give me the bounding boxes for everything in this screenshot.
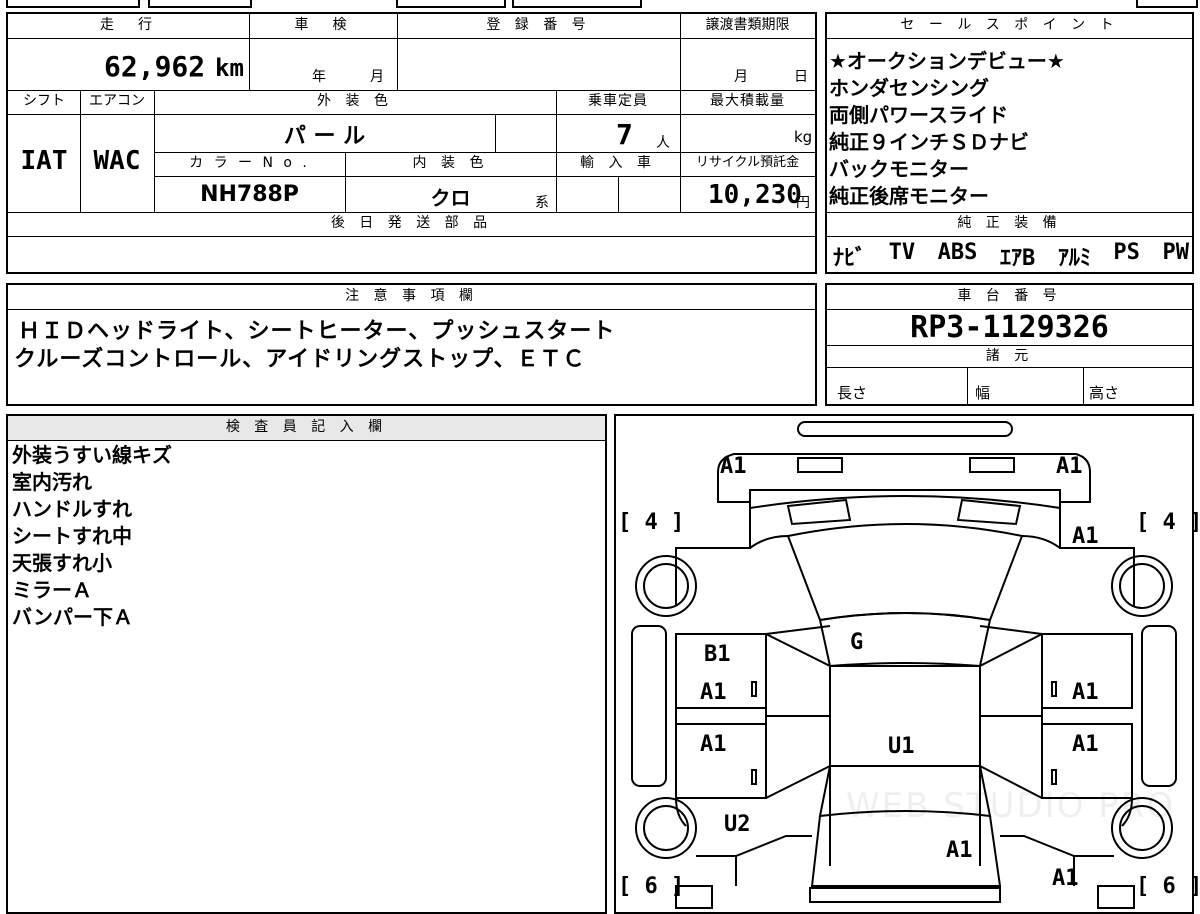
ac-header: エアコン: [89, 93, 145, 109]
shift-value: IAT: [20, 146, 68, 176]
mark-bonnet: G: [850, 630, 864, 655]
mileage-value: 62,962: [104, 50, 206, 83]
import-header: 輸 入 車: [580, 155, 656, 171]
transfer-day-unit: 日: [794, 69, 808, 85]
shift-header: シフト: [23, 93, 65, 109]
exterior-color-value: パ ー ル: [283, 124, 366, 149]
sales-points-title: セ ー ル ス ポ イ ン ト: [900, 17, 1119, 33]
chassis-number: RP3-1129326: [910, 310, 1109, 345]
interior-color-header: 内 装 色: [412, 155, 489, 171]
color-no-value: NH788P: [200, 182, 299, 207]
interior-color-suffix: 系: [535, 195, 549, 211]
width-label: 幅: [975, 384, 991, 402]
equipment-item: PW: [1162, 240, 1190, 265]
recycle-value: 10,230: [708, 180, 802, 210]
sales-point-item: ★オークションデビュー★: [829, 49, 1065, 73]
registration-header: 登 録 番 号: [486, 17, 591, 33]
sales-point-item: 純正９インチＳＤナビ: [829, 130, 1029, 154]
later-parts-header: 後 日 発 送 部 品: [330, 215, 493, 231]
mileage-header: 走 行: [100, 17, 157, 33]
mark-front-fender-right: A1: [1072, 524, 1099, 549]
equipment-item: TV: [888, 240, 916, 265]
inspection-year-unit: 年: [312, 69, 326, 85]
mark-front-door-right: A1: [1072, 680, 1099, 705]
sales-point-item: 純正後席モニター: [829, 184, 989, 208]
color-no-header: カ ラ ー N o .: [189, 155, 310, 171]
interior-color-value: クロ: [430, 186, 471, 210]
transfer-deadline-header: 譲渡書類期限: [705, 17, 790, 33]
seating-value: 7: [616, 118, 633, 151]
equipment-item: ｱﾙﾐ: [1057, 246, 1091, 271]
exterior-color-header: 外 装 色: [317, 93, 393, 109]
inspector-line: 天張すれ小: [12, 551, 112, 575]
equipment-item: ｴｱB: [1000, 246, 1036, 271]
inspector-line: シートすれ中: [12, 524, 132, 548]
inspection-header: 車 検: [294, 17, 352, 33]
sales-point-item: 両側パワースライド: [829, 103, 1008, 127]
equipment-title: 純 正 装 備: [957, 215, 1062, 231]
mark-rear-door-right: A1: [1072, 732, 1099, 757]
mark-front-right: A1: [1056, 454, 1083, 479]
tyre-rear-left: [ 6 ]: [618, 874, 685, 899]
recycle-unit: 円: [796, 195, 810, 211]
equipment-item: ﾅﾋﾞ: [833, 246, 867, 271]
vehicle-info-table: 走 行 車 検 登 録 番 号 譲渡書類期限 62,962 km 年 月 月 日…: [6, 12, 817, 274]
car-outline-diagram: [631, 421, 1177, 909]
mark-rear-fender-left: U2: [724, 812, 751, 837]
notes-line: クルーズコントロール、アイドリングストップ、ＥＴＣ: [14, 347, 586, 372]
inspector-title: 検 査 員 記 入 欄: [225, 419, 388, 435]
ac-value: WAC: [93, 146, 141, 176]
mark-front-door-left-top: B1: [704, 642, 731, 667]
seating-capacity-header: 乗車定員: [588, 93, 648, 109]
inspector-line: ミラーＡ: [12, 578, 92, 602]
mark-rear-door-left: A1: [700, 732, 727, 757]
sales-point-item: ホンダセンシング: [829, 76, 989, 100]
max-payload-header: 最大積載量: [710, 93, 785, 109]
inspector-line: バンパー下Ａ: [12, 605, 133, 629]
payload-unit: kg: [794, 128, 813, 146]
height-label: 高さ: [1089, 384, 1120, 402]
length-label: 長さ: [837, 384, 868, 402]
mark-front-left: A1: [720, 454, 747, 479]
inspector-panel: 検 査 員 記 入 欄 外装うすい線キズ 室内汚れ ハンドルすれ シートすれ中 …: [6, 414, 607, 914]
notes-panel: 注 意 事 項 欄 ＨＩＤヘッドライト、シートヒーター、プッシュスタート クルー…: [6, 283, 817, 406]
mark-front-door-left: A1: [700, 680, 727, 705]
inspector-line: 外装うすい線キズ: [12, 443, 172, 467]
inspection-month-unit: 月: [370, 69, 384, 85]
seating-unit: 人: [656, 135, 670, 151]
top-fragment-row: [0, 0, 1200, 8]
tyre-rear-right: [ 6 ]: [1136, 874, 1200, 899]
transfer-month-unit: 月: [734, 69, 748, 85]
notes-title: 注 意 事 項 欄: [345, 288, 478, 304]
sales-points-panel: セ ー ル ス ポ イ ン ト ★オークションデビュー★ ホンダセンシング 両側…: [825, 12, 1194, 274]
equipment-item: ABS: [937, 240, 978, 265]
recycle-deposit-header: リサイクル預託金: [695, 155, 800, 170]
inspector-notes: 外装うすい線キズ 室内汚れ ハンドルすれ シートすれ中 天張すれ小 ミラーＡ バ…: [12, 442, 172, 631]
tyre-front-left: [ 4 ]: [618, 510, 685, 535]
inspector-line: 室内汚れ: [12, 470, 92, 494]
mark-rear-right: A1: [1052, 866, 1079, 891]
inspector-line: ハンドルすれ: [12, 497, 132, 521]
mark-roof: U1: [888, 734, 915, 759]
equipment-list: ﾅﾋﾞ TV ABS ｴｱB ｱﾙﾐ PS PW: [833, 240, 1189, 272]
tyre-front-right: [ 4 ]: [1136, 510, 1200, 535]
chassis-panel: 車 台 番 号 RP3-1129326 諸 元 長さ 幅 高さ: [825, 283, 1194, 406]
spec-title: 諸 元: [985, 348, 1034, 364]
watermark: WEB STUDIO PRO: [846, 786, 1176, 826]
chassis-title: 車 台 番 号: [957, 288, 1062, 304]
damage-diagram-panel: WEB STUDIO PRO A1 A1 A1 G B1 A1 A1 A1 A1…: [614, 414, 1200, 914]
mileage-unit: km: [215, 54, 244, 82]
sales-point-item: バックモニター: [829, 157, 969, 181]
sales-points-list: ★オークションデビュー★ ホンダセンシング 両側パワースライド 純正９インチＳＤ…: [829, 48, 1065, 210]
mark-rear-center: A1: [946, 838, 973, 863]
equipment-item: PS: [1113, 240, 1140, 265]
